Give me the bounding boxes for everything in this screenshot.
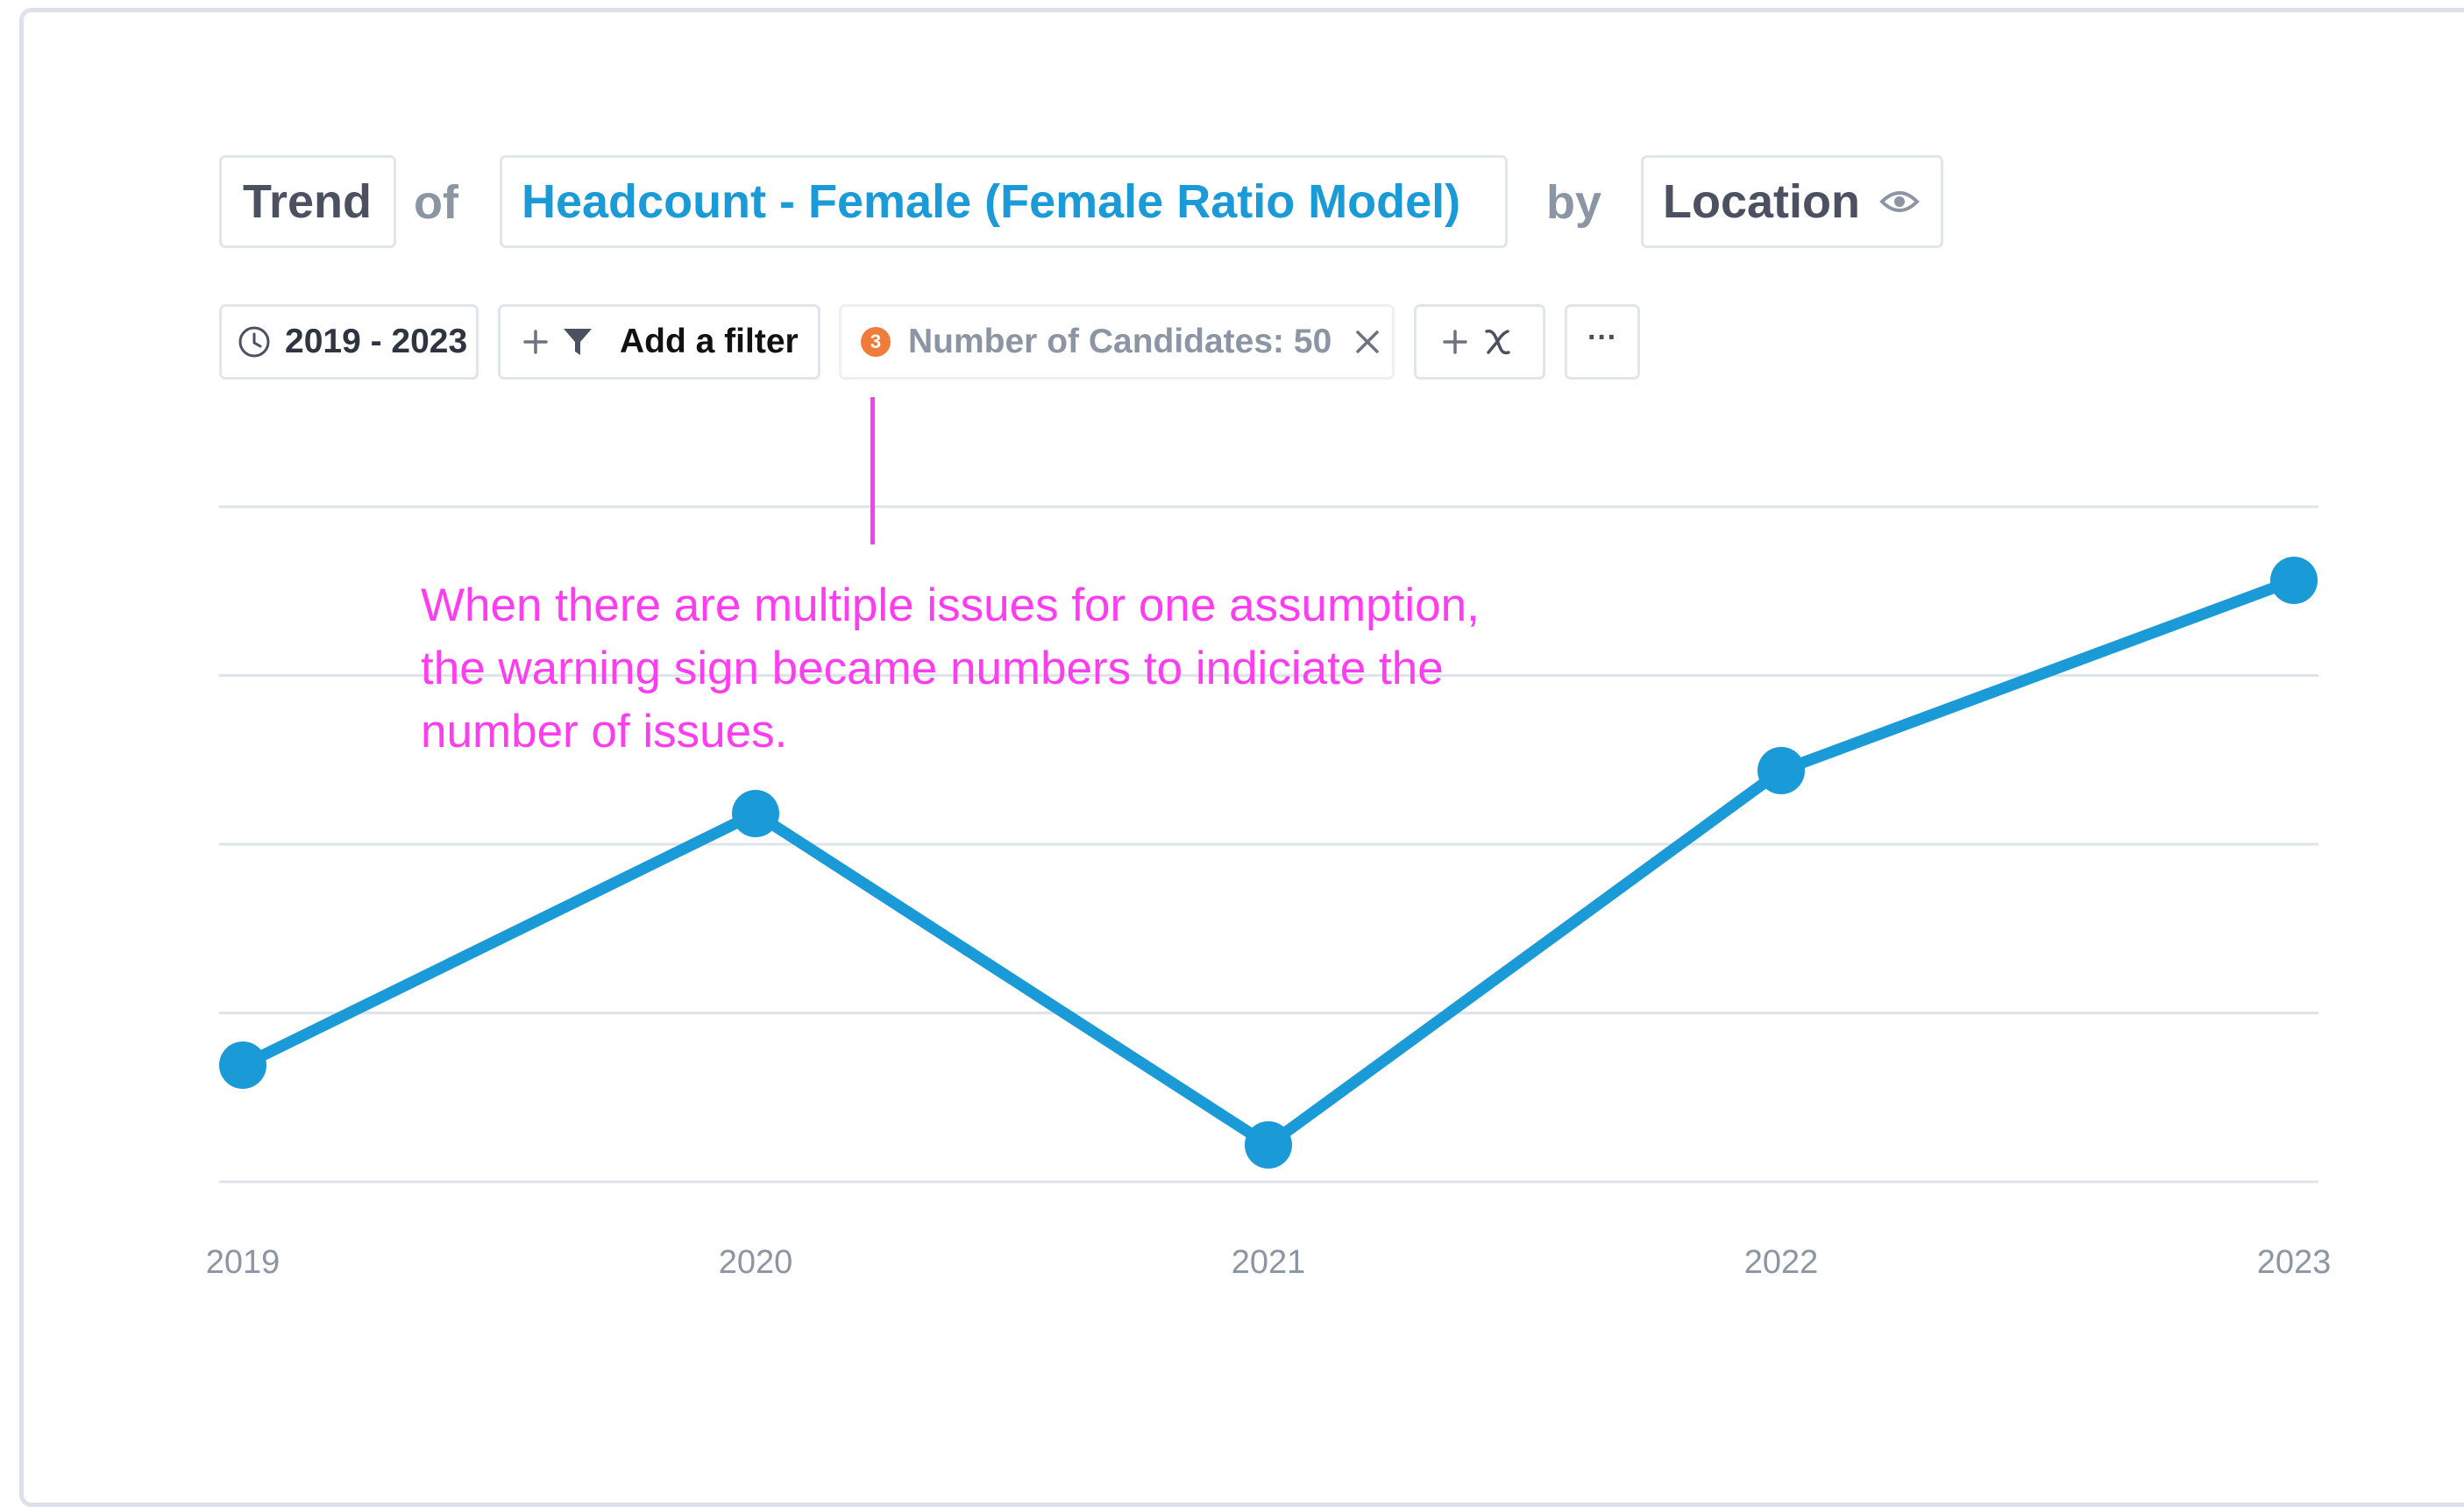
data-point-2023[interactable] [2270, 557, 2318, 604]
annotation-line [870, 397, 875, 544]
x-tick-label: 2020 [719, 1244, 793, 1281]
x-tick-label: 2021 [1232, 1244, 1306, 1281]
data-point-2020[interactable] [732, 790, 779, 837]
x-tick-label: 2023 [2257, 1244, 2332, 1281]
annotation-text: When there are multiple issues for one a… [421, 579, 1480, 757]
x-tick-label: 2022 [1744, 1244, 1819, 1281]
data-point-2021[interactable] [1245, 1121, 1292, 1169]
data-point-2019[interactable] [219, 1041, 266, 1089]
x-tick-label: 2019 [206, 1244, 280, 1281]
x-axis-labels: 2019 2020 2021 2022 2023 [206, 1244, 2332, 1281]
data-point-2022[interactable] [1757, 747, 1805, 794]
